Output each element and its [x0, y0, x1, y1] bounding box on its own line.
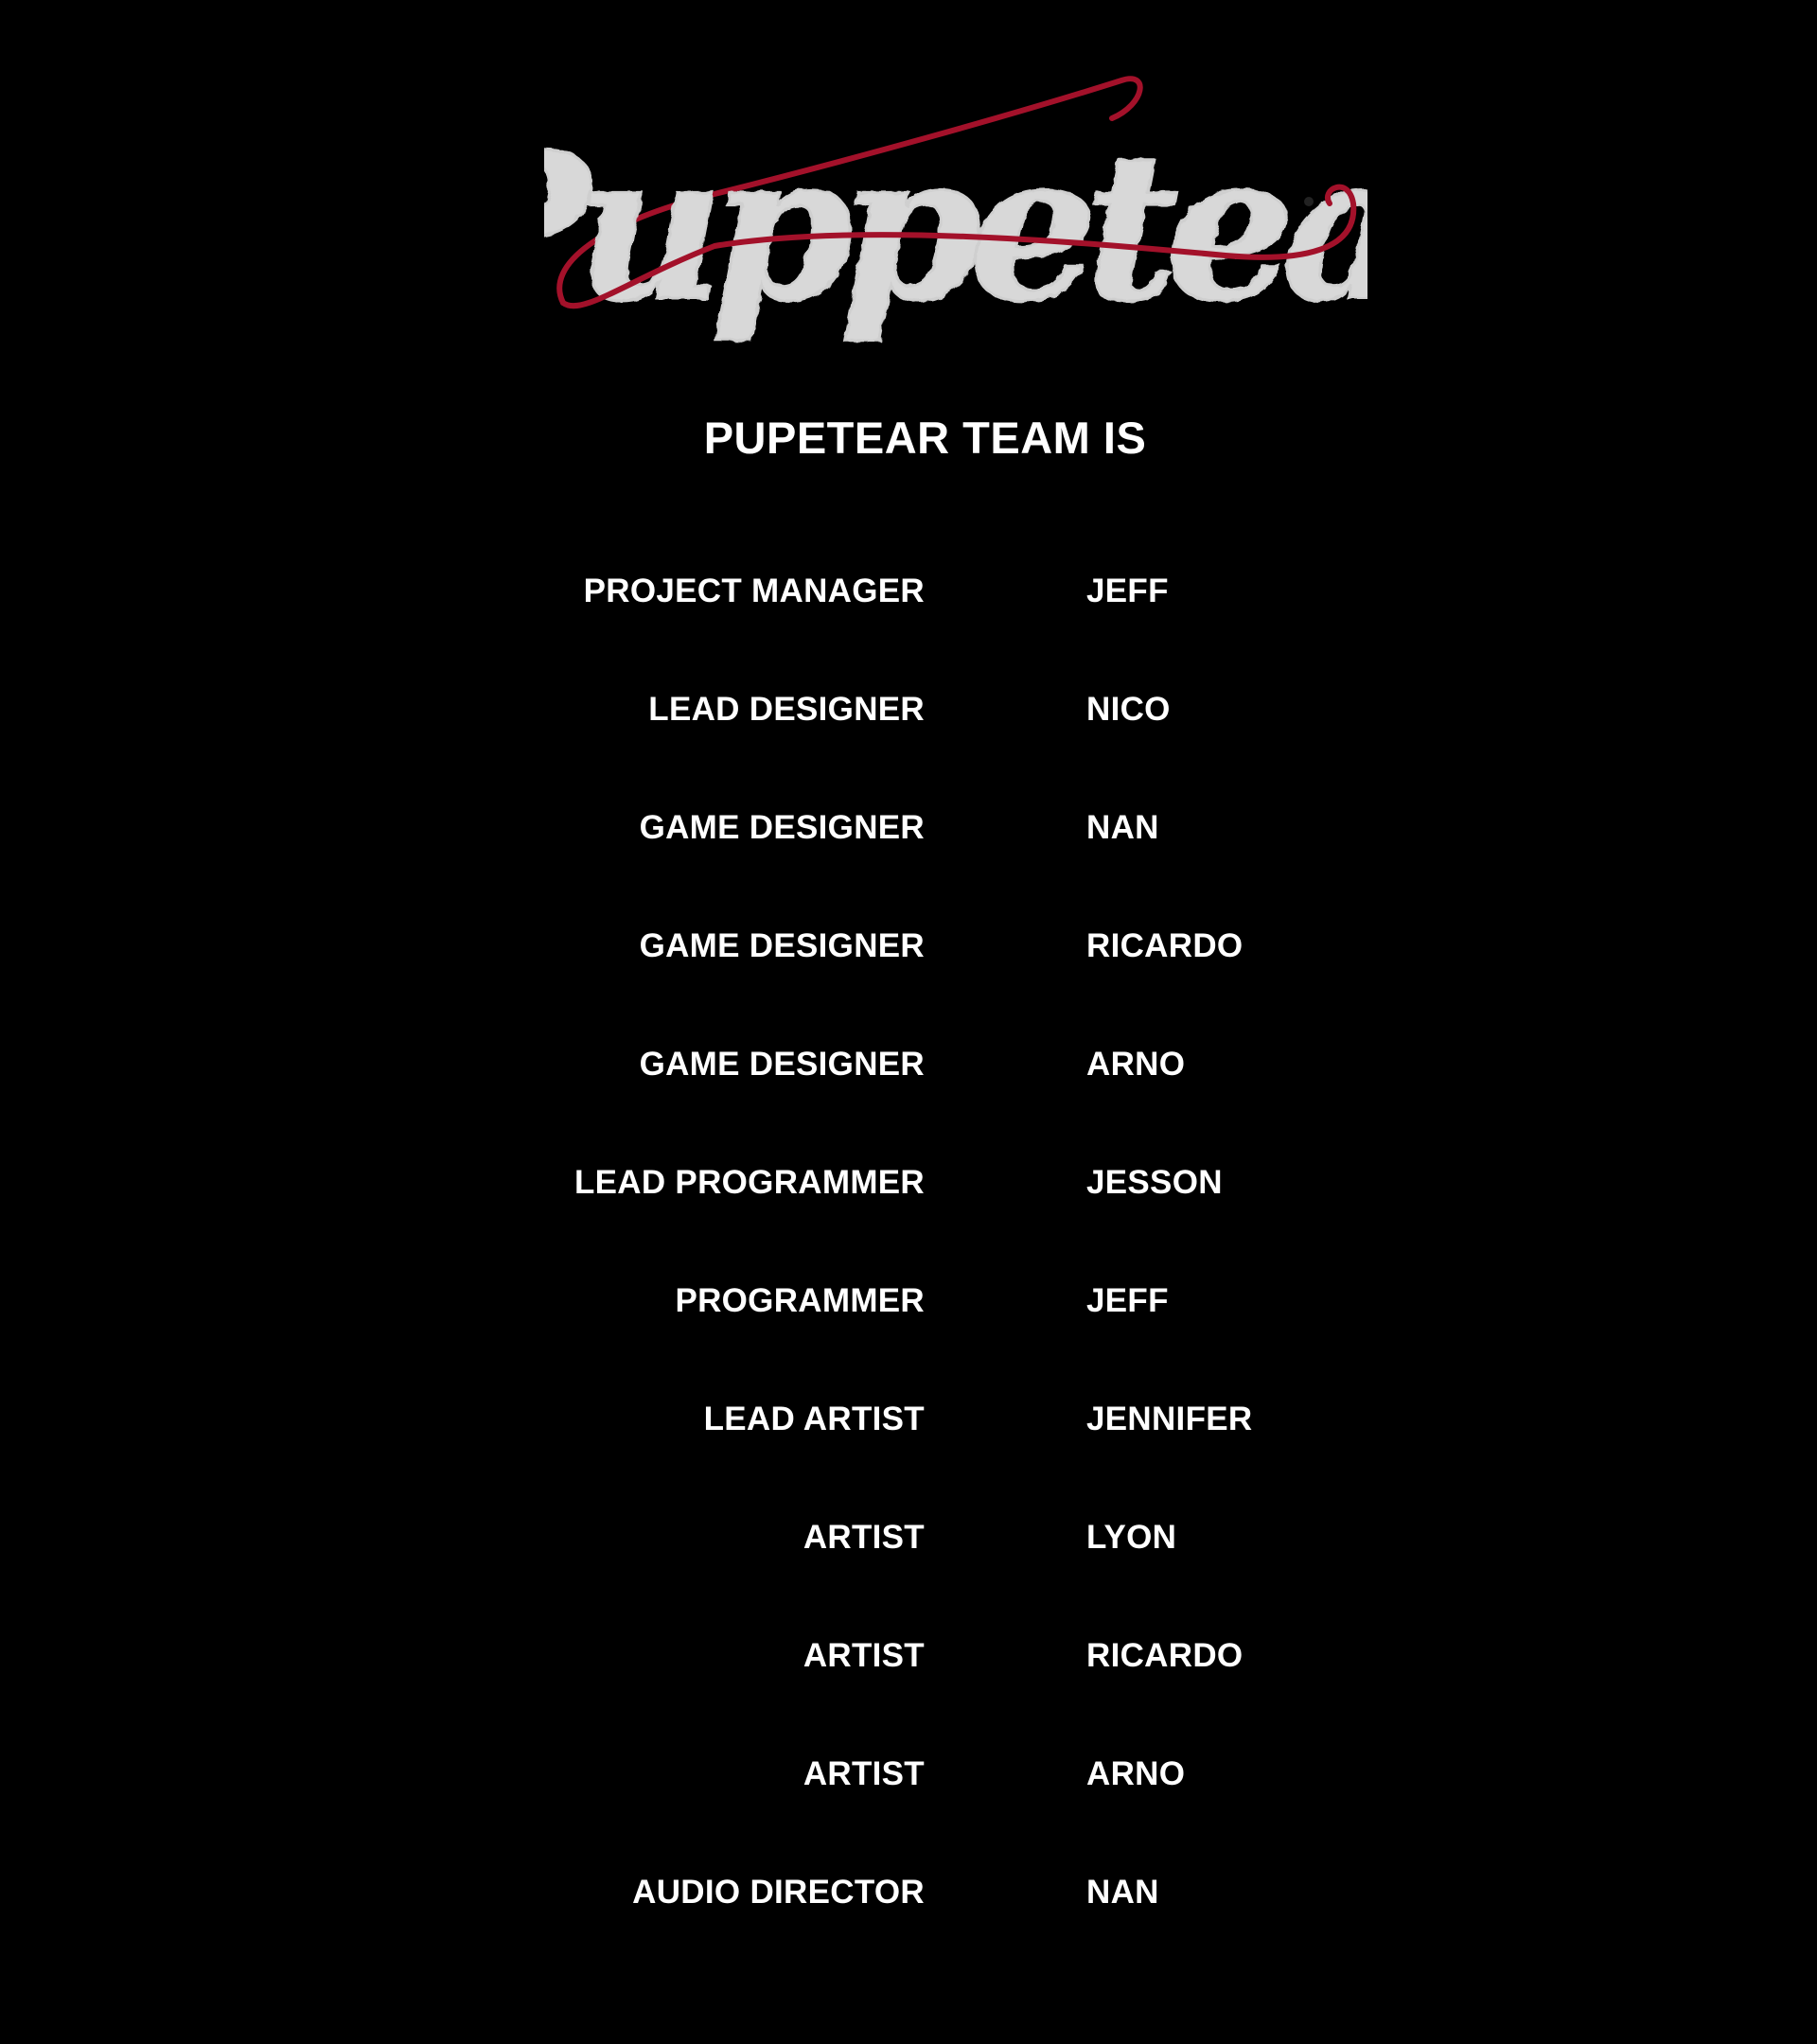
credit-name: RICARDO [1086, 1637, 1244, 1674]
credit-row: PROGRAMMER JEFF [0, 1282, 1817, 1401]
credit-name: JEFF [1086, 573, 1169, 609]
credit-row: ARTIST RICARDO [0, 1637, 1817, 1755]
credit-role: LEAD ARTIST [703, 1401, 925, 1437]
credit-role: ARTIST [803, 1755, 925, 1792]
credit-row: LEAD PROGRAMMER JESSON [0, 1164, 1817, 1282]
credit-row: GAME DESIGNER NAN [0, 809, 1817, 927]
credit-role: AUDIO DIRECTOR [632, 1874, 925, 1911]
credit-name: ARNO [1086, 1755, 1186, 1792]
credit-row: LEAD DESIGNER NICO [0, 691, 1817, 809]
credit-role: GAME DESIGNER [639, 927, 925, 964]
credit-name: NAN [1086, 1874, 1159, 1911]
credit-row: AUDIO DIRECTOR NAN [0, 1874, 1817, 1992]
credit-name: RICARDO [1086, 927, 1244, 964]
credit-role: LEAD DESIGNER [648, 691, 925, 728]
credit-row: ARTIST ARNO [0, 1755, 1817, 1874]
credit-name: JESSON [1086, 1164, 1223, 1201]
credit-row: ARTIST LYON [0, 1519, 1817, 1637]
credit-name: NAN [1086, 809, 1159, 846]
credit-name: JEFF [1086, 1282, 1169, 1319]
credits-list: PROJECT MANAGER JEFF LEAD DESIGNER NICO … [0, 573, 1817, 1992]
credit-row: GAME DESIGNER RICARDO [0, 927, 1817, 1046]
credit-role: PROGRAMMER [675, 1282, 925, 1319]
team-heading: PUPETEAR TEAM IS [703, 413, 1147, 463]
credit-row: GAME DESIGNER ARNO [0, 1046, 1817, 1164]
credit-name: ARNO [1086, 1046, 1186, 1083]
credit-name: JENNIFER [1086, 1401, 1253, 1437]
credit-name: LYON [1086, 1519, 1177, 1556]
credit-role: PROJECT MANAGER [583, 573, 925, 609]
credit-row: PROJECT MANAGER JEFF [0, 573, 1817, 691]
credit-role: ARTIST [803, 1519, 925, 1556]
logo-wordmark: Puppetear [544, 107, 1367, 346]
logo-thread-knot [1304, 197, 1314, 206]
credit-row: LEAD ARTIST JENNIFER [0, 1401, 1817, 1519]
game-logo: Puppetear [544, 62, 1367, 393]
credit-role: ARTIST [803, 1637, 925, 1674]
credit-name: NICO [1086, 691, 1171, 728]
credit-role: LEAD PROGRAMMER [573, 1164, 925, 1201]
credit-role: GAME DESIGNER [639, 1046, 925, 1083]
credit-role: GAME DESIGNER [639, 809, 925, 846]
